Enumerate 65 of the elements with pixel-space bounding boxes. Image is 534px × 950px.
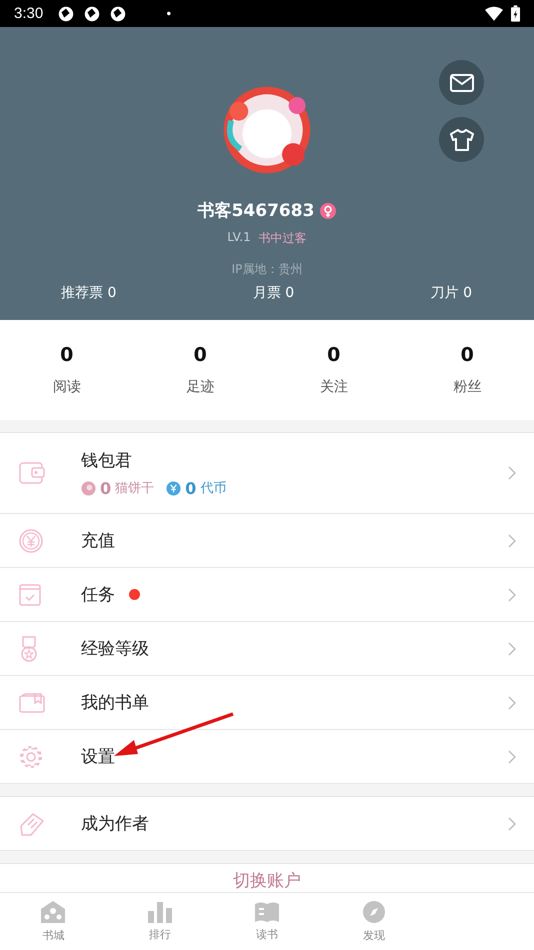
pencil-note-icon — [19, 810, 45, 836]
menu-row[interactable]: 经验等级 — [0, 622, 534, 676]
aperture-icon — [57, 4, 76, 22]
ticket-stat[interactable]: 推荐票 0 — [61, 284, 116, 302]
ticket-stat[interactable]: 月票 0 — [252, 284, 294, 302]
battery-icon — [511, 5, 520, 22]
nav-tab[interactable]: 读书 — [214, 893, 320, 950]
counter-label[interactable]: 粉丝 — [453, 378, 482, 396]
menu-label: 我的书单 — [81, 692, 149, 714]
shirt-icon[interactable] — [439, 117, 484, 162]
chevron-icon — [508, 466, 516, 480]
rank-title: 书中过客 — [258, 230, 307, 247]
compass-icon — [362, 900, 386, 924]
chevron-icon — [508, 534, 516, 548]
menu-row[interactable]: 充值 — [0, 514, 534, 568]
counter-value: 0 — [327, 344, 340, 366]
menu-label: 钱包君 — [81, 450, 132, 472]
wallet-icon — [19, 462, 45, 484]
book-icon — [19, 692, 45, 712]
calendar-check-icon — [19, 584, 41, 606]
mail-icon[interactable] — [439, 60, 484, 105]
currency-label: 猫饼干 — [115, 480, 154, 497]
ip-location: IP属地：贵州 — [232, 261, 302, 278]
cookie-balance: 0 — [100, 478, 112, 498]
menu-row[interactable]: 成为作者 — [0, 797, 534, 851]
level-label: LV.1 — [227, 230, 251, 246]
menu-row[interactable]: 我的书单 — [0, 676, 534, 730]
status-time: 3:30 — [14, 5, 44, 22]
menu-label: 成为作者 — [81, 813, 149, 835]
chevron-icon — [508, 696, 516, 710]
menu-row[interactable]: 钱包君 0 猫饼干 0 代币 — [0, 433, 534, 514]
notification-dot: • — [165, 6, 172, 20]
currency-label: 代币 — [200, 480, 226, 497]
nav-tab[interactable]: 发现 — [320, 893, 428, 950]
settings-icon — [19, 744, 43, 768]
wifi-icon — [485, 6, 503, 21]
chevron-icon — [508, 642, 516, 656]
yuan-coin-icon — [19, 528, 43, 552]
chevron-icon — [508, 750, 516, 764]
menu-label: 设置 — [81, 746, 115, 768]
open-book-icon — [254, 901, 280, 923]
cookie-icon — [81, 480, 96, 496]
coin-icon — [166, 480, 182, 496]
nav-tab[interactable]: 排行 — [106, 893, 214, 950]
counter-value: 0 — [460, 344, 474, 366]
counter-label[interactable]: 阅读 — [52, 378, 81, 396]
menu-label: 经验等级 — [81, 638, 149, 660]
medal-icon — [19, 636, 39, 662]
bar-chart-icon — [147, 901, 174, 923]
counter-value: 0 — [60, 344, 74, 366]
house-icon — [40, 900, 66, 924]
username: 书客5467683 — [198, 200, 314, 222]
counter-value: 0 — [194, 344, 207, 366]
chevron-icon — [508, 816, 516, 830]
menu-row[interactable]: 任务 — [0, 568, 534, 622]
chevron-icon — [508, 588, 516, 602]
counter-label[interactable]: 关注 — [320, 378, 348, 396]
aperture-icon — [83, 4, 102, 22]
nav-tab[interactable]: 书城 — [0, 893, 107, 950]
counter-label[interactable]: 足迹 — [186, 378, 214, 396]
menu-label: 任务 — [81, 584, 115, 606]
ticket-stat[interactable]: 刀片 0 — [430, 284, 472, 302]
coin-balance: 0 — [185, 478, 196, 498]
aperture-icon — [109, 4, 128, 22]
menu-label: 充值 — [81, 530, 115, 552]
